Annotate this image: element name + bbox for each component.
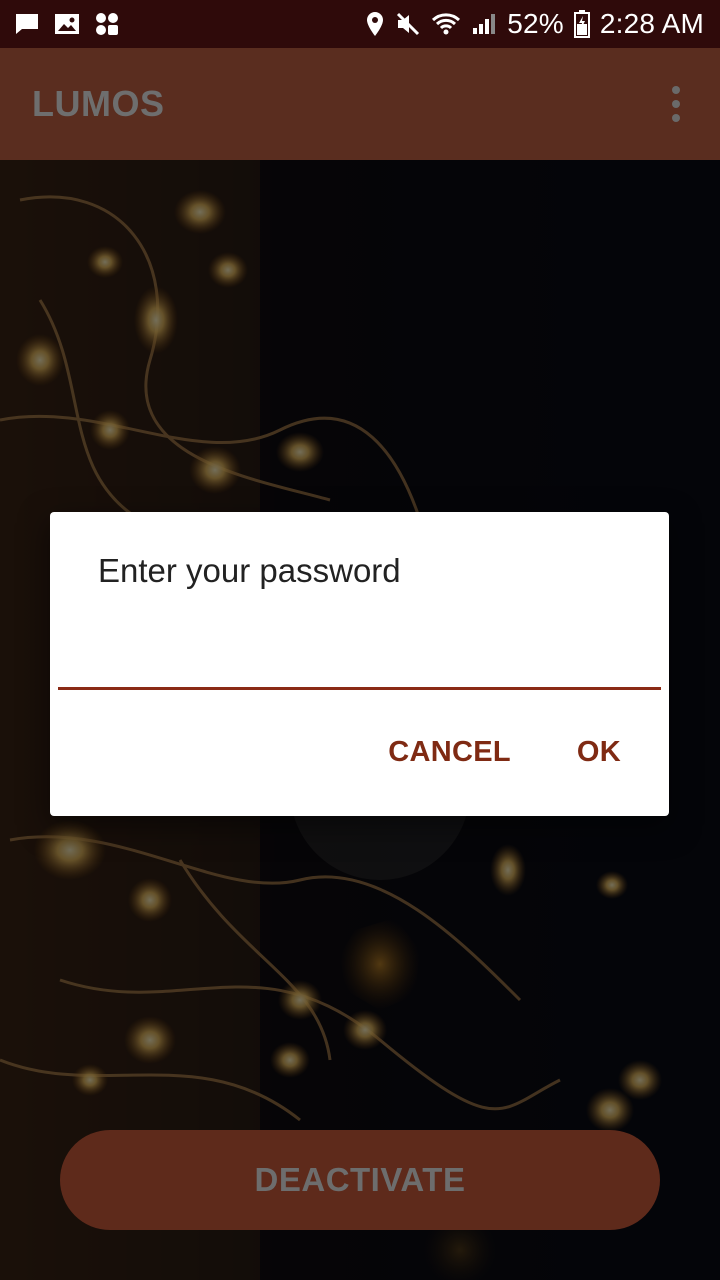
message-icon	[14, 12, 40, 36]
screen: 52% 2:28 AM LUMOS DEACTIVATE Enter your …	[0, 0, 720, 1280]
dialog-title: Enter your password	[98, 552, 401, 589]
image-icon	[54, 12, 80, 36]
app-grid-icon	[94, 11, 120, 37]
signal-icon	[471, 12, 497, 36]
ok-button[interactable]: OK	[561, 730, 637, 775]
app-bar: LUMOS	[0, 48, 720, 160]
cancel-button[interactable]: CANCEL	[372, 730, 527, 775]
wifi-icon	[431, 12, 461, 36]
battery-icon	[573, 10, 590, 38]
battery-percent: 52%	[507, 8, 564, 39]
location-icon	[365, 11, 385, 37]
deactivate-button[interactable]: DEACTIVATE	[60, 1130, 660, 1230]
password-input[interactable]	[58, 630, 661, 687]
more-vert-icon[interactable]	[656, 72, 696, 136]
dialog-actions: CANCEL OK	[372, 730, 637, 775]
status-bar: 52% 2:28 AM	[0, 0, 720, 48]
deactivate-label: DEACTIVATE	[254, 1161, 466, 1198]
app-title: LUMOS	[32, 83, 165, 124]
password-field-container	[58, 630, 661, 690]
mute-icon	[395, 11, 421, 37]
clock: 2:28 AM	[599, 8, 704, 39]
password-dialog: Enter your password CANCEL OK	[50, 512, 669, 816]
